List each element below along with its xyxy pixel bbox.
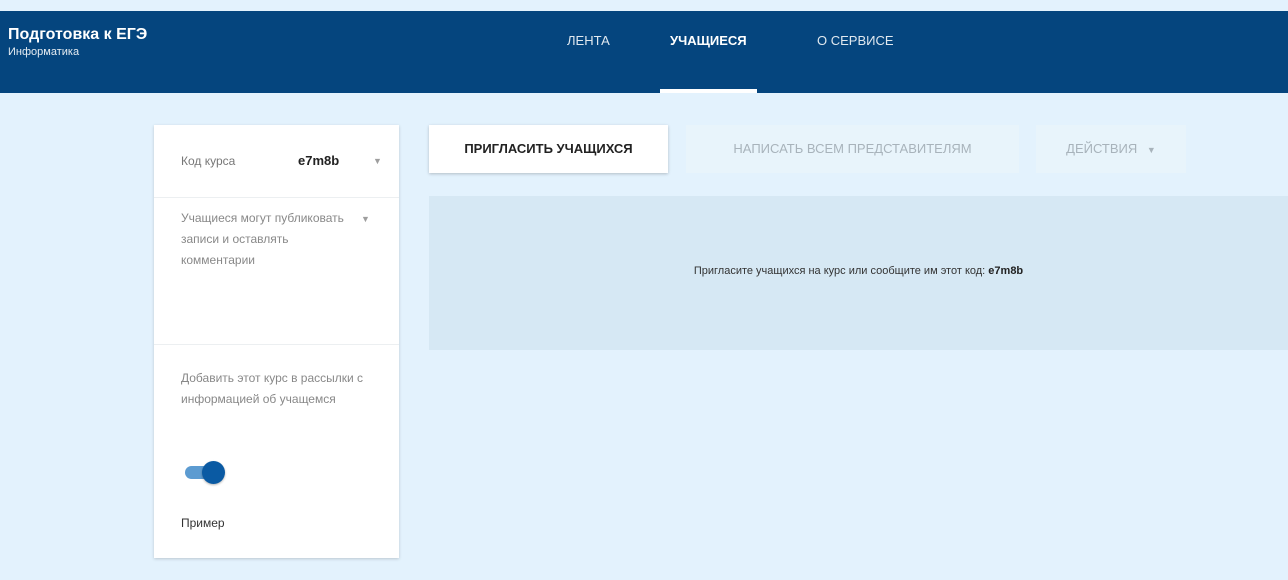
mailing-toggle[interactable]: [181, 459, 227, 485]
actions-menu-button[interactable]: Действия ▼: [1036, 125, 1186, 173]
mailing-option-text: Добавить этот курс в рассылки с информац…: [181, 371, 364, 406]
course-code-label: Код курса: [181, 154, 236, 168]
students-empty-panel: Пригласите учащихся на курс или сообщите…: [429, 196, 1288, 350]
student-permissions-select[interactable]: Учащиеся могут публиковать записи и оста…: [154, 198, 399, 345]
empty-state-text: Пригласите учащихся на курс или сообщите…: [693, 265, 986, 277]
tab-about[interactable]: О сервисе: [817, 11, 894, 93]
tab-feed[interactable]: Лента: [567, 11, 610, 93]
course-settings-card: Код курса e7m8b ▼ Учащиеся могут публико…: [154, 125, 399, 558]
invite-students-button[interactable]: Пригласить учащихся: [429, 125, 668, 173]
student-permissions-text: Учащиеся могут публиковать записи и оста…: [181, 211, 344, 267]
chevron-down-icon[interactable]: ▼: [373, 156, 382, 166]
course-code-row[interactable]: Код курса e7m8b ▼: [154, 125, 399, 198]
brand[interactable]: Подготовка к ЕГЭ Информатика: [8, 25, 147, 59]
top-app-bar: Подготовка к ЕГЭ Информатика Лента Учащи…: [0, 11, 1288, 93]
actions-label: Действия: [1066, 141, 1138, 156]
empty-state-message: Пригласите учащихся на курс или сообщите…: [429, 265, 1288, 277]
toggle-thumb: [202, 461, 225, 484]
chevron-down-icon: ▼: [1146, 145, 1156, 155]
chevron-down-icon[interactable]: ▼: [361, 214, 370, 224]
app-title: Подготовка к ЕГЭ: [8, 26, 148, 43]
app-subtitle: Информатика: [8, 46, 80, 58]
write-to-guardians-button[interactable]: Написать всем представителям: [686, 125, 1019, 173]
course-code-value: e7m8b: [298, 153, 340, 168]
example-link[interactable]: Пример: [181, 516, 225, 530]
empty-state-code: e7m8b: [988, 265, 1024, 277]
tab-students[interactable]: Учащиеся: [660, 11, 757, 93]
